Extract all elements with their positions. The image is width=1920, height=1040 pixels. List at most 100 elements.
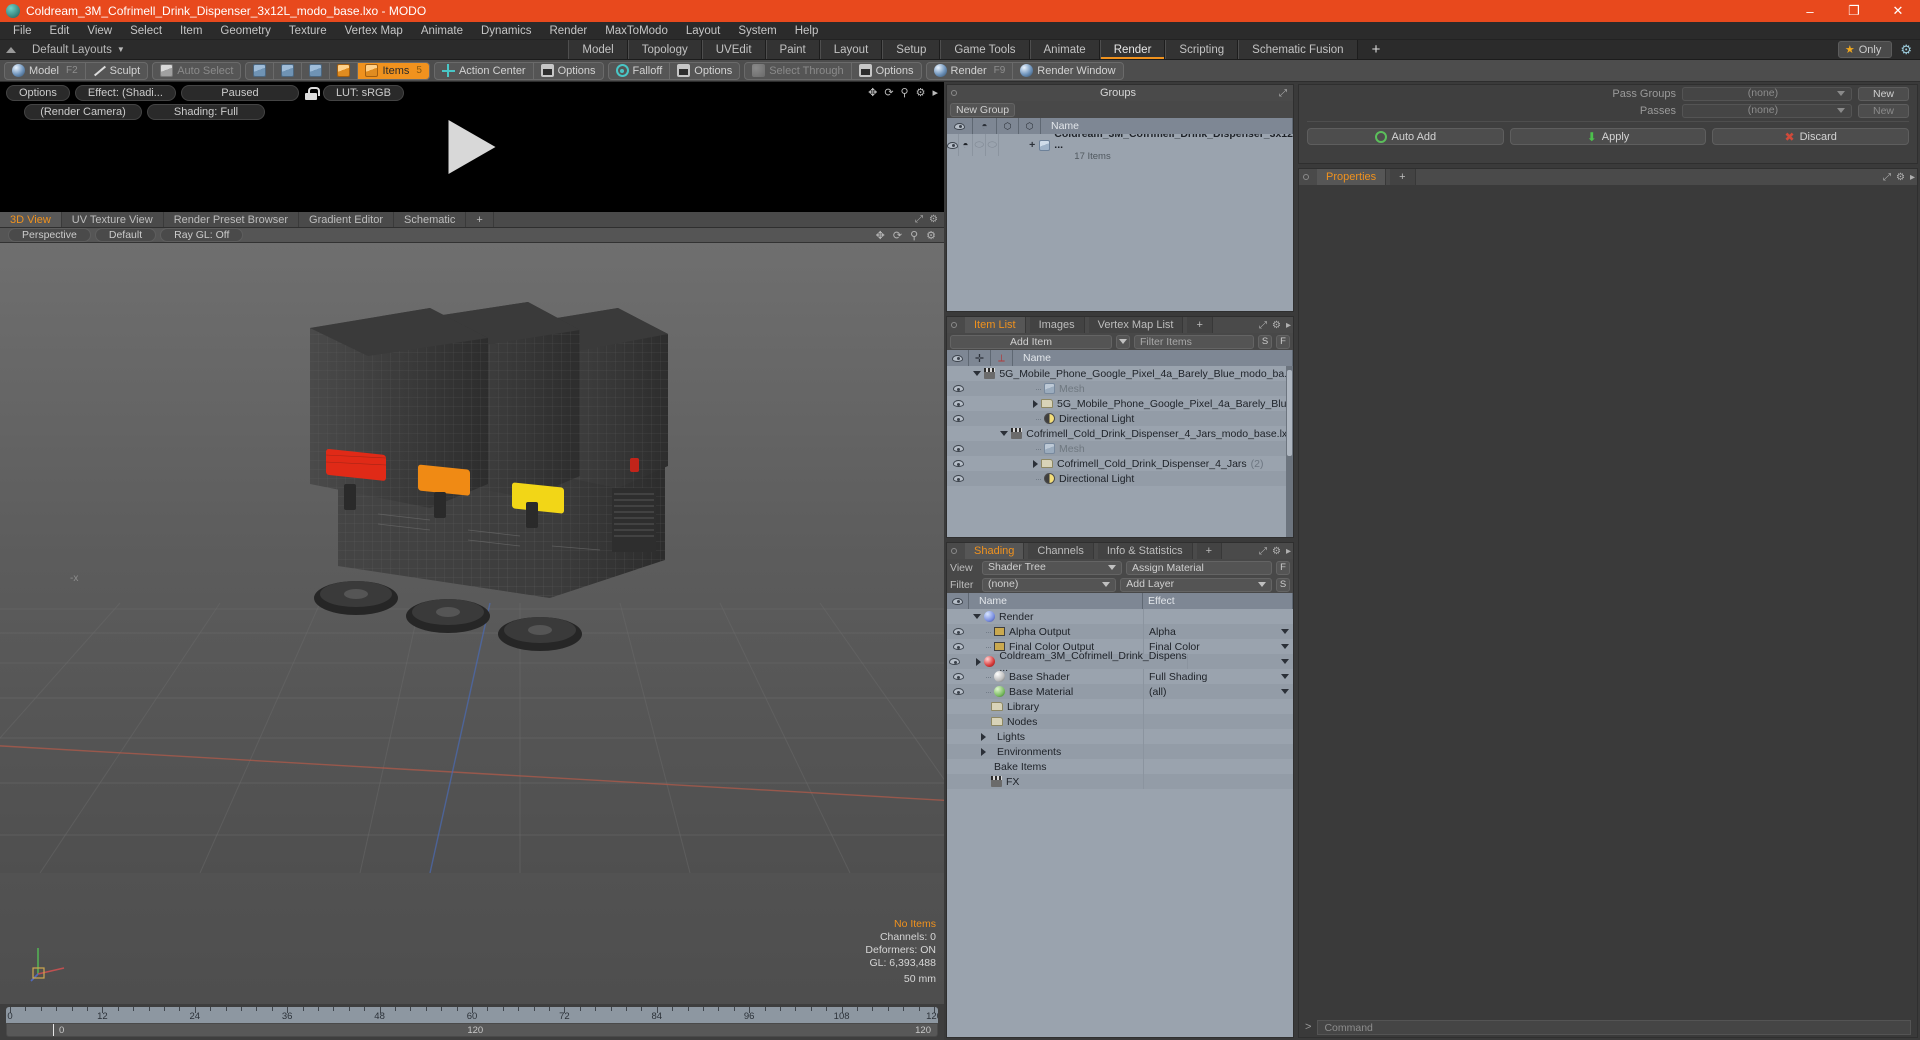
panel-tab-shading[interactable]: Shading <box>965 543 1025 559</box>
eye-icon[interactable] <box>952 400 964 407</box>
layout-tab-scripting[interactable]: Scripting <box>1165 40 1239 59</box>
filter-items-input[interactable]: Filter Items <box>1134 334 1254 349</box>
viewport-tab-uv-texture-view[interactable]: UV Texture View <box>62 212 164 227</box>
menu-item-render[interactable]: Render <box>540 22 596 40</box>
select-edges-button[interactable] <box>273 62 301 79</box>
viewport-zoom-icon[interactable]: ⚲ <box>910 229 918 242</box>
shading-row-effect[interactable]: Alpha <box>1143 624 1293 639</box>
shading-panel-dot-icon[interactable] <box>951 548 957 554</box>
item-lock-cell[interactable] <box>969 456 991 471</box>
chevron-right-icon[interactable] <box>981 747 986 756</box>
item-xform-cell[interactable] <box>991 471 1013 486</box>
shading-row-eye[interactable] <box>947 684 969 699</box>
viewport-gear-icon[interactable]: ⚙ <box>929 214 938 225</box>
properties-gear-icon[interactable]: ⚙ <box>1896 172 1905 183</box>
preview-menu-icon[interactable]: ▸ <box>932 86 938 99</box>
shading-row-effect[interactable]: Full Shading <box>1143 669 1293 684</box>
layout-tab-schematic-fusion[interactable]: Schematic Fusion <box>1238 40 1358 59</box>
shader-tree-dropdown[interactable]: Shader Tree <box>982 560 1123 575</box>
lock-icon[interactable] <box>304 86 320 100</box>
add-item-dropdown-button[interactable] <box>1116 334 1130 349</box>
item-lock-cell[interactable] <box>954 366 961 381</box>
list-item[interactable]: Cofrimell_Cold_Drink_Dispenser_4_Jars_mo… <box>947 426 1293 441</box>
eye-icon[interactable] <box>952 460 964 467</box>
menu-item-vertex-map[interactable]: Vertex Map <box>336 22 412 40</box>
item-lock-cell[interactable] <box>969 411 991 426</box>
select-through-button[interactable]: Select Through <box>745 63 850 79</box>
item-xform-cell[interactable] <box>991 381 1013 396</box>
menu-item-edit[interactable]: Edit <box>41 22 79 40</box>
filter-s-button[interactable]: S <box>1258 334 1272 349</box>
select-items-button[interactable]: Items 5 <box>357 62 429 79</box>
select-vertices-button[interactable] <box>246 63 273 79</box>
preview-lut-dropdown[interactable]: LUT: sRGB <box>322 85 404 101</box>
render-window-button[interactable]: Render Window <box>1012 62 1122 79</box>
rotate-icon[interactable]: ⟳ <box>884 86 893 99</box>
render-preview-play-icon[interactable] <box>448 120 496 174</box>
list-item[interactable]: 5G_Mobile_Phone_Google_Pixel_4a_Barely_B… <box>947 396 1293 411</box>
panel-dot-icon[interactable] <box>951 90 957 96</box>
shading-row[interactable]: ··· Base Shader Full Shading <box>947 669 1293 684</box>
layout-tab-layout[interactable]: Layout <box>819 40 883 59</box>
item-eye-cell[interactable] <box>947 366 954 381</box>
item-xform-cell[interactable] <box>991 456 1013 471</box>
item-lock-cell[interactable] <box>969 471 991 486</box>
shading-row-effect[interactable] <box>1186 654 1293 669</box>
item-list-col-lock[interactable]: ✛ <box>969 350 991 366</box>
item-eye-cell[interactable] <box>947 396 969 411</box>
eye-icon[interactable] <box>952 475 964 482</box>
preview-camera-dropdown[interactable]: (Render Camera) <box>24 104 142 120</box>
groups-list-body[interactable]: ◓ ⬭ ⬭ + Coldream_3M_Cofrimell_Drink_Disp… <box>947 134 1293 311</box>
eye-icon[interactable] <box>952 628 964 635</box>
groups-row-lock[interactable]: ⬭ <box>973 134 987 156</box>
item-xform-cell[interactable] <box>991 396 1013 411</box>
shading-row-eye[interactable] <box>947 624 969 639</box>
shading-row[interactable]: FX <box>947 774 1293 789</box>
timeline-playhead[interactable] <box>53 1024 54 1036</box>
add-layer-dropdown[interactable]: Add Layer <box>1120 577 1273 592</box>
panel-tab-images[interactable]: Images <box>1029 317 1085 333</box>
discard-button[interactable]: ✖ Discard <box>1712 128 1910 145</box>
preview-options-button[interactable]: Options <box>6 85 70 101</box>
layout-tab-topology[interactable]: Topology <box>627 40 702 59</box>
new-group-button[interactable]: New Group <box>950 102 1016 117</box>
pass-groups-dropdown[interactable]: (none) <box>1681 86 1852 101</box>
chevron-right-icon[interactable] <box>976 657 982 666</box>
only-toggle[interactable]: ★ Only <box>1837 41 1893 58</box>
panel-tab-info-statistics[interactable]: Info & Statistics <box>1097 543 1193 559</box>
menu-item-view[interactable]: View <box>78 22 121 40</box>
viewport-style-dropdown[interactable]: Default <box>94 228 157 242</box>
item-list-scroll-thumb[interactable] <box>1287 370 1292 456</box>
select-polygons-button[interactable] <box>301 62 329 79</box>
shading-row[interactable]: Coldream_3M_Cofrimell_Drink_Dispens ... <box>947 650 1293 674</box>
properties-panel-body[interactable] <box>1299 185 1917 1017</box>
shading-row[interactable]: Lights <box>947 729 1293 744</box>
apply-button[interactable]: ⬇ Apply <box>1509 128 1707 145</box>
select-materials-button[interactable] <box>329 62 357 79</box>
item-eye-cell[interactable] <box>947 411 969 426</box>
pan-icon[interactable]: ✥ <box>868 86 877 99</box>
pass-groups-new-button[interactable]: New <box>1857 86 1909 101</box>
item-xform-cell[interactable] <box>991 411 1013 426</box>
preview-paused-button[interactable]: Paused <box>180 85 299 101</box>
list-item[interactable]: Cofrimell_Cold_Drink_Dispenser_4_Jars (2… <box>947 456 1293 471</box>
eye-icon[interactable] <box>952 673 964 680</box>
timeline[interactable]: 0 12 24 36 48 60 72 84 96 108 120 0 120 120 <box>0 1004 944 1040</box>
default-layouts-dropdown[interactable]: Default Layouts ▼ <box>24 40 133 59</box>
menu-item-maxtomodo[interactable]: MaxToModo <box>596 22 677 40</box>
shading-gear-icon[interactable]: ⚙ <box>1272 546 1281 557</box>
item-lock-cell[interactable] <box>963 426 979 441</box>
shading-s-button[interactable]: S <box>1276 577 1291 592</box>
eye-icon[interactable] <box>952 643 964 650</box>
layout-tab-uvedit[interactable]: UVEdit <box>701 40 766 59</box>
menu-item-geometry[interactable]: Geometry <box>211 22 280 40</box>
shading-row[interactable]: Render <box>947 609 1293 624</box>
shading-row[interactable]: ··· Alpha Output Alpha <box>947 624 1293 639</box>
properties-maximize-icon[interactable]: ⤢ <box>1883 172 1891 183</box>
close-button[interactable]: ✕ <box>1876 0 1920 22</box>
chevron-right-icon[interactable] <box>1033 399 1038 408</box>
menu-item-system[interactable]: System <box>729 22 785 40</box>
panel-tab-shading-add[interactable]: + <box>1196 543 1223 559</box>
maximize-button[interactable]: ❐ <box>1832 0 1876 22</box>
groups-maximize-icon[interactable]: ⤢ <box>1279 88 1287 99</box>
